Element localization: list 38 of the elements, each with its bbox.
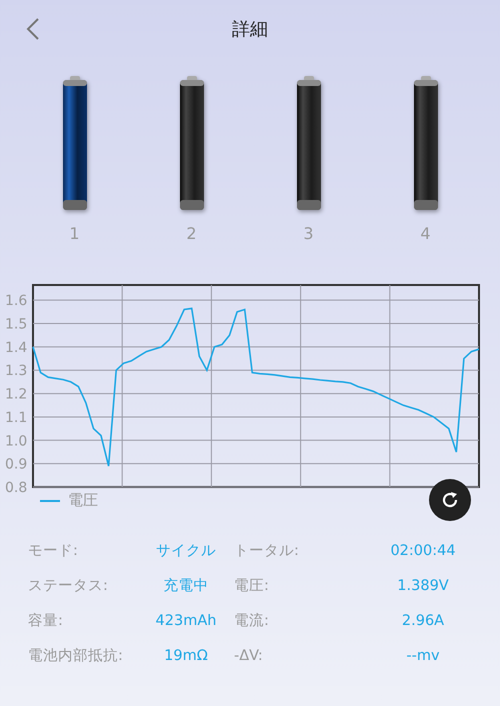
stat-label: モード: bbox=[28, 542, 79, 561]
stat-value: 423mAh bbox=[154, 612, 218, 631]
selected-battery-icon[interactable] bbox=[60, 76, 88, 212]
stat-label: 容量: bbox=[28, 612, 64, 631]
legend-line-icon bbox=[40, 500, 60, 502]
y-axis-label: 1.4 bbox=[5, 340, 28, 356]
y-axis-label: 1.1 bbox=[5, 410, 28, 426]
battery-number: 4 bbox=[420, 224, 431, 243]
stat-label: ステータス: bbox=[28, 577, 109, 596]
stat-value: 1.389V bbox=[396, 577, 450, 596]
battery-icon[interactable] bbox=[294, 76, 322, 212]
stat-value: --mv bbox=[405, 647, 441, 666]
y-axis-label: 0.8 bbox=[5, 480, 28, 493]
battery-number: 3 bbox=[303, 224, 314, 243]
battery-number: 2 bbox=[186, 224, 197, 243]
y-axis-label: 1.6 bbox=[5, 293, 28, 310]
refresh-button[interactable] bbox=[429, 479, 471, 521]
y-axis-label: 1.5 bbox=[5, 316, 28, 333]
battery-icon[interactable] bbox=[412, 76, 440, 212]
stat-label: -ΔV: bbox=[234, 647, 264, 666]
battery-number: 1 bbox=[69, 224, 80, 243]
stat-label: 電流: bbox=[234, 612, 270, 631]
stat-value: 19mΩ bbox=[163, 647, 209, 666]
stat-value: 02:00:44 bbox=[389, 542, 457, 561]
stat-label: 電池内部抵抗: bbox=[28, 646, 124, 666]
stat-value: 2.96A bbox=[400, 612, 446, 631]
y-axis-label: 1.0 bbox=[5, 433, 28, 450]
page-title: 詳細 bbox=[232, 18, 268, 41]
y-axis-label: 1.3 bbox=[5, 363, 28, 380]
stat-value: サイクル bbox=[155, 542, 217, 561]
battery-icon[interactable] bbox=[178, 76, 206, 212]
stat-label: トータル: bbox=[234, 542, 300, 561]
stat-value: 充電中 bbox=[162, 576, 210, 596]
y-axis-label: 0.9 bbox=[5, 456, 28, 473]
y-axis-label: 1.2 bbox=[5, 386, 28, 403]
back-chevron-icon[interactable] bbox=[26, 18, 40, 40]
stat-label: 電圧: bbox=[234, 577, 270, 596]
legend-label: 電圧 bbox=[68, 491, 98, 510]
